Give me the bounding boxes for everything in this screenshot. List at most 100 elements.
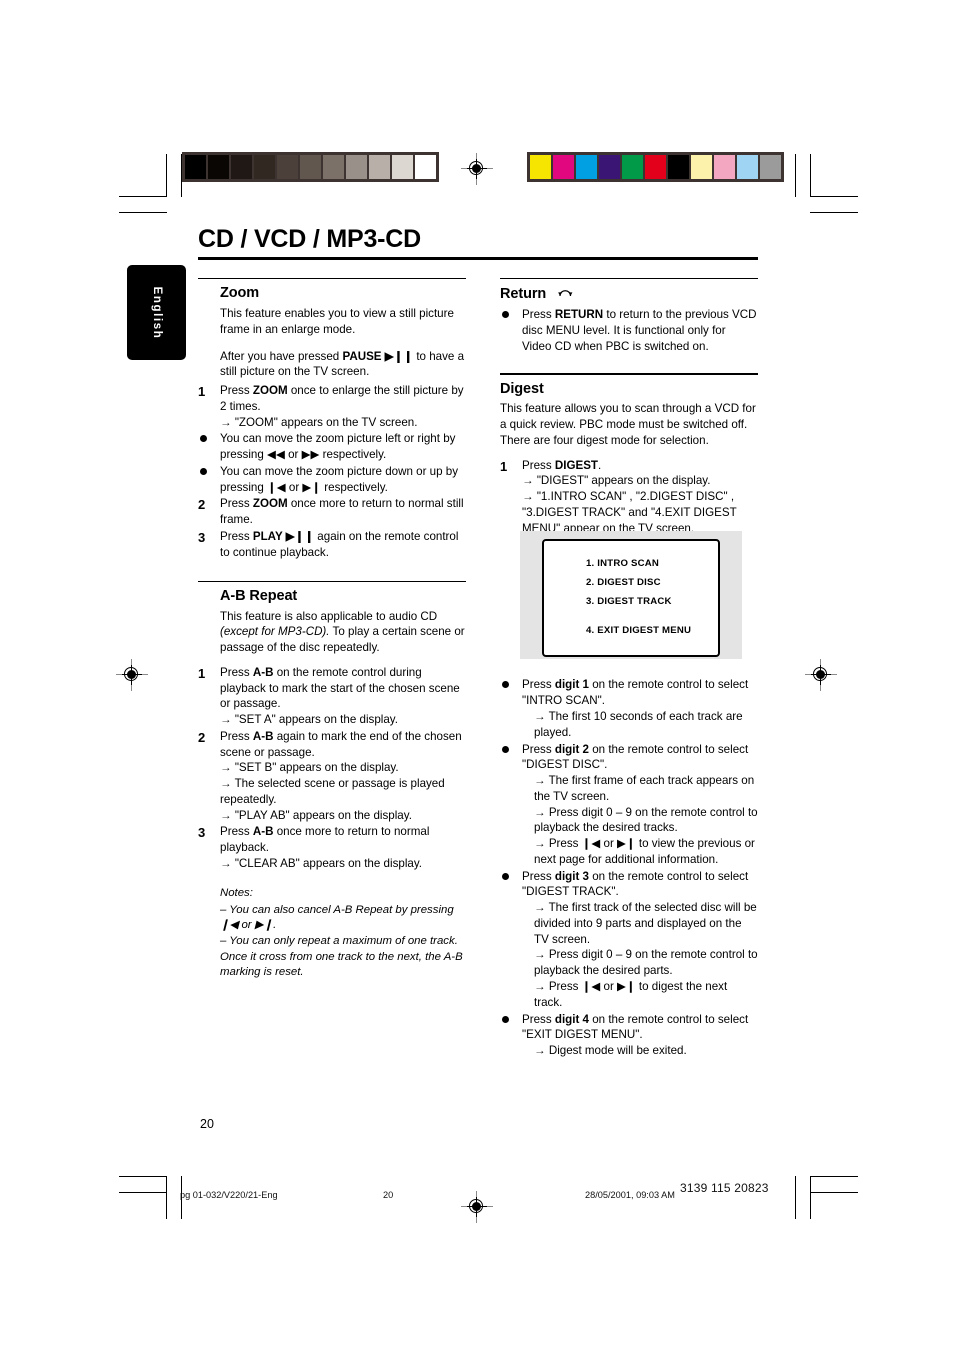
ab-repeat-heading: A-B Repeat xyxy=(220,587,298,604)
zoom-intro2-pre: After you have pressed xyxy=(220,349,343,363)
color-swatch-4 xyxy=(599,155,620,179)
bullet-dot-icon xyxy=(502,872,509,880)
digest-intro: This feature allows you to scan through … xyxy=(500,402,756,447)
color-swatch-8 xyxy=(691,155,712,179)
ab-intro-em: (except for MP3-CD). xyxy=(220,625,330,639)
color-swatch-11 xyxy=(760,155,781,179)
digest-bullet-3-sub-1: → The first track of the selected disc w… xyxy=(534,901,757,946)
step-number: 1 xyxy=(198,384,206,400)
grayscale-swatch-5 xyxy=(277,155,298,179)
bullet-dot-icon xyxy=(502,1015,509,1023)
crop-mark-top-left-v1 xyxy=(166,154,167,197)
zoom-bullet-1: You can move the zoom picture left or ri… xyxy=(198,431,466,463)
crop-mark-top-left-h2 xyxy=(119,212,167,213)
grayscale-swatch-2 xyxy=(208,155,229,179)
registration-mark-right xyxy=(805,659,837,691)
step-number: 2 xyxy=(198,497,206,513)
crop-mark-bottom-right-h1 xyxy=(810,1176,858,1177)
digest-bullet-2-sub-3: → Press ❙◀ or ▶❙ to view the previous or… xyxy=(534,837,755,866)
step-key: A-B xyxy=(252,825,274,839)
tv-menu-item-2: 2. DIGEST DISC xyxy=(586,577,661,588)
step-pre: Press xyxy=(220,497,253,511)
crop-mark-top-right-v2 xyxy=(810,154,811,197)
grayscale-swatch-6 xyxy=(300,155,321,179)
page-title: CD / VCD / MP3-CD xyxy=(198,225,422,253)
step-post: . xyxy=(598,458,602,472)
digest-bullet-3-sub-2: → Press digit 0 – 9 on the remote contro… xyxy=(534,948,758,978)
step-pre: Press xyxy=(522,458,555,472)
ab-repeat-intro: This feature is also applicable to audio… xyxy=(198,609,466,656)
registration-mark-top xyxy=(461,153,493,185)
digest-bullet-3: Press digit 3 on the remote control to s… xyxy=(500,869,758,1011)
ab-step-3-sub-1: → "CLEAR AB" appears on the display. xyxy=(220,857,422,870)
zoom-bullet-1-text: You can move the zoom picture left or ri… xyxy=(220,432,456,462)
color-calibration-bar xyxy=(527,152,784,182)
footer-page: 20 xyxy=(383,1190,394,1200)
digest-heading: Digest xyxy=(500,380,544,397)
ab-repeat-section-divider xyxy=(198,580,466,582)
step-number: 3 xyxy=(198,825,206,841)
color-swatch-7 xyxy=(668,155,689,179)
zoom-bullet-2-text: You can move the zoom picture down or up… xyxy=(220,464,459,494)
crop-mark-top-right-v1 xyxy=(795,154,796,197)
language-tab-label: English xyxy=(150,286,163,339)
digest-step-1-wrap: 1 Press DIGEST. → "DIGEST" appears on th… xyxy=(500,458,758,537)
step-number: 1 xyxy=(500,458,508,474)
registration-mark-bottom xyxy=(461,1191,493,1223)
step-key: A-B xyxy=(252,729,274,743)
zoom-intro2-bold: PAUSE ▶❙❙ xyxy=(342,349,414,363)
digest-bullet-3-sub-3: → Press ❙◀ or ▶❙ to digest the next trac… xyxy=(534,980,728,1009)
color-swatch-10 xyxy=(737,155,758,179)
registration-mark-left xyxy=(116,659,148,691)
crop-mark-top-left-h1 xyxy=(119,196,167,197)
step-key: ZOOM xyxy=(252,384,288,398)
bullet-key: digit 3 xyxy=(554,869,589,883)
bullet-dot-icon xyxy=(502,311,509,319)
bullet-dot-icon xyxy=(502,745,509,753)
footer-doc-code: 3139 115 20823 xyxy=(680,1181,769,1195)
zoom-intro: This feature enables you to view a still… xyxy=(220,307,454,336)
step-number: 2 xyxy=(198,729,206,745)
digest-bullet-2-sub-2: → Press digit 0 – 9 on the remote contro… xyxy=(534,805,758,835)
step-key: DIGEST xyxy=(554,458,599,472)
step-key: ZOOM xyxy=(252,497,288,511)
ab-repeat-step-2: 2 Press A-B again to mark the end of the… xyxy=(198,729,466,824)
crop-mark-top-right-h1 xyxy=(810,196,858,197)
crop-mark-bottom-right-v2 xyxy=(810,1176,811,1219)
digest-step-1: 1 Press DIGEST. → "DIGEST" appears on th… xyxy=(500,458,758,537)
tv-screen-diagram: 1. INTRO SCAN 2. DIGEST DISC 3. DIGEST T… xyxy=(520,531,742,659)
grayscale-swatch-3 xyxy=(231,155,252,179)
ab-repeat-step-3: 3 Press A-B once more to return to norma… xyxy=(198,824,466,871)
step-key: A-B xyxy=(252,665,274,679)
crop-mark-bottom-left-h1 xyxy=(119,1176,167,1177)
grayscale-swatch-4 xyxy=(254,155,275,179)
bullet-key: digit 2 xyxy=(554,742,589,756)
tv-screen-frame: 1. INTRO SCAN 2. DIGEST DISC 3. DIGEST T… xyxy=(542,539,720,657)
footer-filename: pg 01-032/V220/21-Eng xyxy=(180,1190,278,1200)
tv-menu-item-3: 3. DIGEST TRACK xyxy=(586,596,672,607)
step-pre: Press xyxy=(220,825,253,839)
grayscale-swatch-8 xyxy=(346,155,367,179)
note-item-2: – You can only repeat a maximum of one t… xyxy=(220,934,463,979)
crop-mark-bottom-left-h2 xyxy=(119,1192,167,1193)
step-pre: Press xyxy=(220,729,253,743)
bullet-key: digit 1 xyxy=(554,678,589,692)
bullet-key: digit 4 xyxy=(554,1012,589,1026)
return-heading-text: Return xyxy=(500,286,547,303)
crop-mark-bottom-left-v1 xyxy=(166,1176,167,1219)
color-swatch-6 xyxy=(645,155,666,179)
step-key: PLAY ▶❙❙ xyxy=(252,529,315,543)
grayscale-swatch-11 xyxy=(415,155,436,179)
title-divider xyxy=(198,257,758,260)
return-heading: Return xyxy=(500,284,758,305)
return-key: RETURN xyxy=(554,308,604,322)
digest-step-1-sub-2: → "1.INTRO SCAN" , "2.DIGEST DISC" , "3.… xyxy=(522,490,737,535)
digest-bullet-1-sub-1: → The first 10 seconds of each track are… xyxy=(534,709,743,739)
bullet-dot-icon xyxy=(200,435,207,443)
color-swatch-3 xyxy=(576,155,597,179)
step-number: 1 xyxy=(198,665,206,681)
notes-heading: Notes: xyxy=(220,886,253,899)
ab-repeat-step-1: 1 Press A-B on the remote control during… xyxy=(198,665,466,728)
grayscale-swatch-10 xyxy=(392,155,413,179)
ab-step-2-sub-3: → "PLAY AB" appears on the display. xyxy=(220,808,412,822)
